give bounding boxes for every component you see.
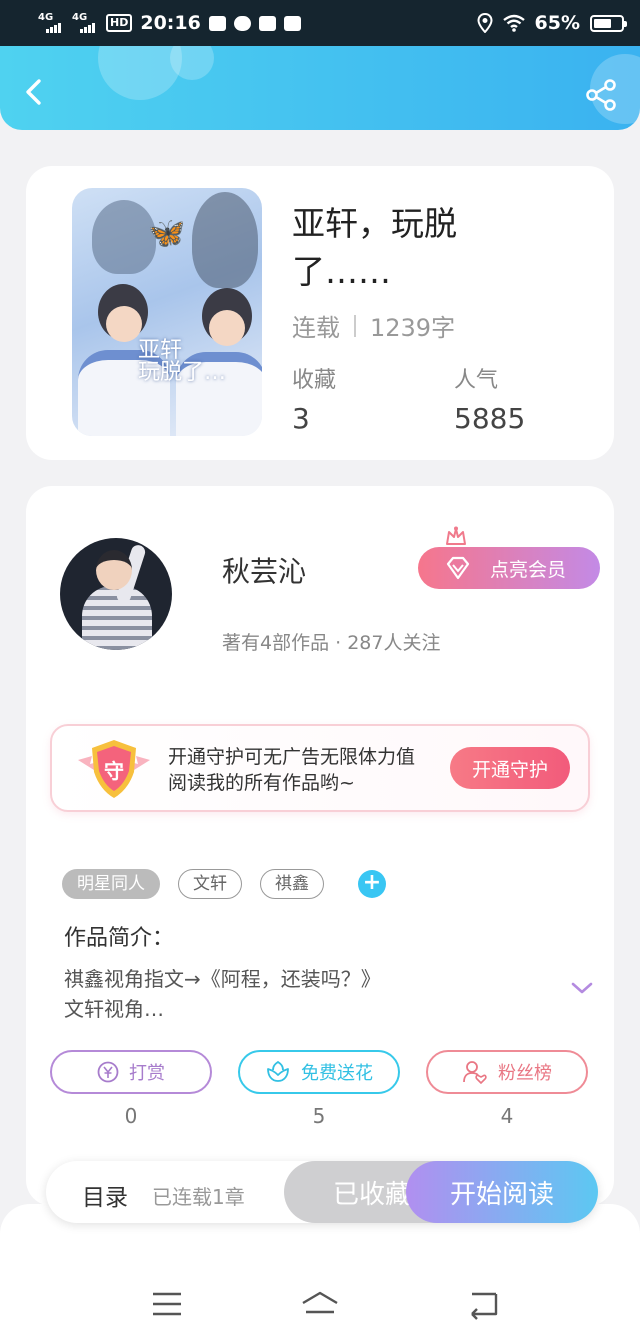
tag-list: 明星同人 文轩 祺鑫 + bbox=[62, 869, 386, 899]
author-stats: 著有4部作品 · 287人关注 bbox=[222, 632, 441, 654]
signal-icon: 4G bbox=[38, 13, 64, 33]
fan-ranking-button[interactable]: 粉丝榜 bbox=[426, 1050, 588, 1094]
table-of-contents-button[interactable]: 目录 bbox=[82, 1178, 128, 1212]
author-avatar[interactable] bbox=[60, 538, 172, 650]
reward-button[interactable]: 打赏 bbox=[50, 1050, 212, 1094]
tag-item[interactable]: 祺鑫 bbox=[260, 869, 324, 899]
system-nav-bar bbox=[0, 1204, 640, 1337]
crown-icon bbox=[446, 526, 466, 545]
share-icon[interactable] bbox=[584, 78, 618, 112]
menu-icon[interactable] bbox=[147, 1286, 187, 1322]
location-icon bbox=[477, 13, 493, 33]
start-reading-label: 开始阅读 bbox=[449, 1179, 554, 1210]
battery-percent: 65% bbox=[534, 12, 580, 34]
book-title: 亚轩，玩脱了…… bbox=[292, 204, 457, 291]
chapter-status: 已连载1章 bbox=[152, 1185, 245, 1209]
cloud-notification-icon bbox=[233, 15, 251, 31]
favorites-label: 收藏 bbox=[292, 368, 337, 393]
add-tag-button[interactable]: + bbox=[358, 870, 386, 898]
fan-ranking-label: 粉丝榜 bbox=[498, 1063, 552, 1084]
tag-item[interactable]: 明星同人 bbox=[62, 869, 160, 899]
serial-status: 连载 bbox=[292, 314, 340, 342]
butterfly-icon: 🦋 bbox=[148, 216, 186, 251]
send-flower-label: 免费送花 bbox=[301, 1063, 373, 1084]
gallery-notification-icon bbox=[208, 15, 226, 31]
send-flower-button[interactable]: 免费送花 bbox=[238, 1050, 400, 1094]
diamond-icon bbox=[446, 556, 470, 580]
guard-banner[interactable]: 守 开通守护可无广告无限体力值阅读我的所有作品哟~ 开通守护 bbox=[50, 724, 590, 812]
word-count: 1239字 bbox=[370, 314, 456, 342]
guard-badge-text: 守 bbox=[104, 759, 124, 783]
author-name[interactable]: 秋芸沁 bbox=[222, 550, 306, 590]
intro-label: 作品简介： bbox=[64, 926, 175, 951]
favorites-count: 3 bbox=[292, 402, 310, 435]
app-notification-icon bbox=[283, 15, 301, 31]
flower-icon bbox=[267, 1061, 289, 1082]
cover-title-text: 亚轩 玩脱了… bbox=[138, 338, 227, 385]
network-type-2: 4G bbox=[72, 12, 88, 23]
intro-text: 祺鑫视角指文→《阿程，还装吗？》 文轩视角… bbox=[64, 967, 381, 1021]
clock: 20:16 bbox=[140, 12, 201, 34]
flower-count: 5 bbox=[312, 1104, 326, 1128]
favorited-label: 已收藏 bbox=[332, 1179, 411, 1210]
guard-banner-text: 开通守护可无广告无限体力值阅读我的所有作品哟~ bbox=[168, 746, 416, 794]
message-notification-icon bbox=[258, 15, 276, 31]
status-bar: 4G 4G HD 20:16 65% bbox=[0, 0, 640, 46]
book-info-card: 🦋 亚轩 玩脱了… 亚轩，玩脱了…… 连载 1239字 收藏 3 人气 5885 bbox=[26, 166, 614, 460]
read-action-bar: 目录 已连载1章 已收藏 开始阅读 bbox=[46, 1161, 598, 1223]
wifi-icon bbox=[502, 14, 525, 32]
yen-coin-icon bbox=[97, 1061, 119, 1083]
popularity-label: 人气 bbox=[454, 368, 499, 393]
author-detail-card: 秋芸沁 点亮会员 著有4部作品 · 287人关注 守 开通守护可无广告无限体力值… bbox=[26, 486, 614, 1206]
open-guard-button[interactable]: 开通守护 bbox=[450, 747, 570, 789]
battery-icon bbox=[590, 14, 627, 32]
fan-user-icon bbox=[463, 1061, 487, 1084]
book-cover[interactable]: 🦋 亚轩 玩脱了… bbox=[72, 188, 262, 436]
guard-shield-icon: 守 bbox=[78, 740, 150, 798]
divider bbox=[354, 314, 356, 337]
back-icon[interactable] bbox=[464, 1286, 504, 1322]
vip-button-label: 点亮会员 bbox=[490, 558, 567, 581]
top-header bbox=[0, 46, 640, 130]
book-status-row: 连载 1239字 bbox=[292, 308, 455, 343]
reward-count: 0 bbox=[124, 1104, 138, 1128]
fan-count: 4 bbox=[500, 1104, 514, 1128]
start-reading-button[interactable]: 开始阅读 bbox=[406, 1161, 598, 1223]
reward-label: 打赏 bbox=[129, 1063, 165, 1084]
chevron-down-icon[interactable] bbox=[570, 980, 594, 996]
popularity-count: 5885 bbox=[454, 402, 526, 435]
signal-icon-2: 4G bbox=[72, 13, 98, 33]
tag-item[interactable]: 文轩 bbox=[178, 869, 242, 899]
network-type-1: 4G bbox=[38, 12, 54, 23]
home-icon[interactable] bbox=[300, 1286, 340, 1322]
hd-voice-icon: HD bbox=[106, 14, 133, 32]
chevron-left-icon[interactable] bbox=[18, 76, 50, 108]
